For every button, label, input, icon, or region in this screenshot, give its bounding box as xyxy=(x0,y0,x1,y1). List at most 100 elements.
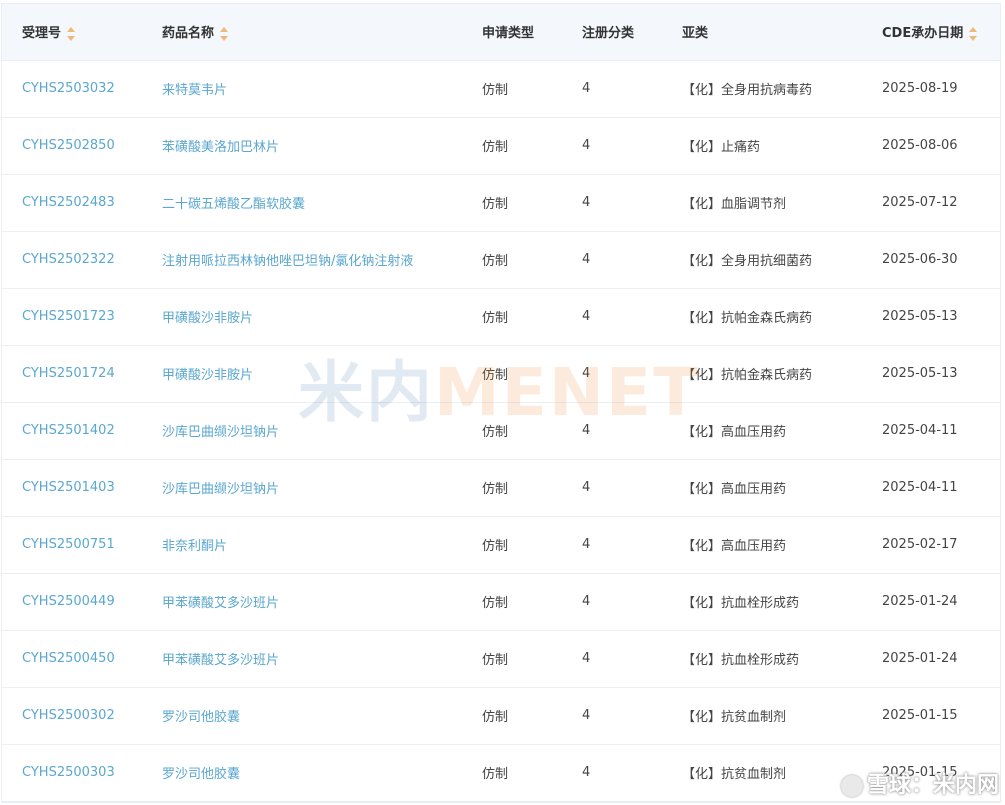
registration-category-cell: 4 xyxy=(562,573,662,631)
registration-category-cell: 4 xyxy=(562,516,662,574)
drug-name-link[interactable]: 罗沙司他胶囊 xyxy=(142,687,462,745)
drug-name-link[interactable]: 罗沙司他胶囊 xyxy=(142,744,462,802)
application-type-cell: 仿制 xyxy=(462,516,562,574)
application-type-cell: 仿制 xyxy=(462,174,562,232)
drug-name-link[interactable]: 沙库巴曲缬沙坦钠片 xyxy=(142,402,462,460)
table-row: CYHS2500303 罗沙司他胶囊 仿制 4 【化】抗贫血制剂 2025-01-15 xyxy=(2,744,1000,802)
registration-category-cell: 4 xyxy=(562,402,662,460)
application-type-cell: 仿制 xyxy=(462,288,562,346)
application-type-cell: 仿制 xyxy=(462,117,562,175)
table-row: CYHS2500302 罗沙司他胶囊 仿制 4 【化】抗贫血制剂 2025-01-15 xyxy=(2,687,1000,745)
acceptance-number-link[interactable]: CYHS2501402 xyxy=(2,402,142,460)
subclass-cell: 【化】抗血栓形成药 xyxy=(662,630,862,688)
registration-category-cell: 4 xyxy=(562,744,662,802)
table-row: CYHS2502483 二十碳五烯酸乙酯软胶囊 仿制 4 【化】血脂调节剂 2025-07… xyxy=(2,174,1000,232)
header-row: 受理号 药品名称 申请类型 注册分类 亚类 CDE承办日期 xyxy=(2,4,1000,61)
drug-name-link[interactable]: 非奈利酮片 xyxy=(142,516,462,574)
drug-name-link[interactable]: 来特莫韦片 xyxy=(142,60,462,118)
sort-icon[interactable] xyxy=(67,26,76,41)
table-row: CYHS2503032 来特莫韦片 仿制 4 【化】全身用抗病毒药 2025-08-19 xyxy=(2,60,1000,118)
column-header-subclass: 亚类 xyxy=(662,4,862,61)
table-body: CYHS2503032 来特莫韦片 仿制 4 【化】全身用抗病毒药 2025-08-19 C… xyxy=(2,60,1000,802)
subclass-cell: 【化】抗血栓形成药 xyxy=(662,573,862,631)
acceptance-number-link[interactable]: CYHS2503032 xyxy=(2,60,142,118)
table-row: CYHS2500751 非奈利酮片 仿制 4 【化】高血压用药 2025-02-17 xyxy=(2,516,1000,574)
cde-date-cell: 2025-02-17 xyxy=(862,516,1000,574)
table-row: CYHS2501403 沙库巴曲缬沙坦钠片 仿制 4 【化】高血压用药 2025-04-1… xyxy=(2,459,1000,517)
cde-date-cell: 2025-06-30 xyxy=(862,231,1000,289)
drug-name-link[interactable]: 沙库巴曲缬沙坦钠片 xyxy=(142,459,462,517)
application-type-cell: 仿制 xyxy=(462,345,562,403)
acceptance-number-link[interactable]: CYHS2501403 xyxy=(2,459,142,517)
registration-category-cell: 4 xyxy=(562,117,662,175)
acceptance-number-link[interactable]: CYHS2500450 xyxy=(2,630,142,688)
registration-category-cell: 4 xyxy=(562,174,662,232)
subclass-cell: 【化】抗贫血制剂 xyxy=(662,687,862,745)
subclass-cell: 【化】高血压用药 xyxy=(662,402,862,460)
cde-date-cell: 2025-05-13 xyxy=(862,288,1000,346)
column-header-cde-date[interactable]: CDE承办日期 xyxy=(862,4,1000,61)
sort-icon[interactable] xyxy=(969,26,978,41)
column-header-acceptance-number[interactable]: 受理号 xyxy=(2,4,142,61)
drug-name-link[interactable]: 甲磺酸沙非胺片 xyxy=(142,345,462,403)
cde-date-cell: 2025-01-15 xyxy=(862,687,1000,745)
cde-date-cell: 2025-05-13 xyxy=(862,345,1000,403)
application-type-cell: 仿制 xyxy=(462,630,562,688)
drug-name-link[interactable]: 注射用哌拉西林钠他唑巴坦钠/氯化钠注射液 xyxy=(142,231,462,289)
data-table-container: 受理号 药品名称 申请类型 注册分类 亚类 CDE承办日期 CYHS250303… xyxy=(1,3,1001,803)
application-type-cell: 仿制 xyxy=(462,687,562,745)
application-type-cell: 仿制 xyxy=(462,459,562,517)
subclass-cell: 【化】止痛药 xyxy=(662,117,862,175)
table-header: 受理号 药品名称 申请类型 注册分类 亚类 CDE承办日期 xyxy=(2,4,1000,61)
column-header-drug-name[interactable]: 药品名称 xyxy=(142,4,462,61)
drug-name-link[interactable]: 甲苯磺酸艾多沙班片 xyxy=(142,573,462,631)
subclass-cell: 【化】高血压用药 xyxy=(662,459,862,517)
acceptance-number-link[interactable]: CYHS2500303 xyxy=(2,744,142,802)
application-type-cell: 仿制 xyxy=(462,60,562,118)
sort-icon[interactable] xyxy=(220,26,229,41)
table-row: CYHS2502850 苯磺酸美洛加巴林片 仿制 4 【化】止痛药 2025-08-06 xyxy=(2,117,1000,175)
subclass-cell: 【化】抗帕金森氏病药 xyxy=(662,345,862,403)
acceptance-number-link[interactable]: CYHS2502322 xyxy=(2,231,142,289)
table-row: CYHS2501723 甲磺酸沙非胺片 仿制 4 【化】抗帕金森氏病药 2025-05-1… xyxy=(2,288,1000,346)
cde-date-cell: 2025-08-06 xyxy=(862,117,1000,175)
application-type-cell: 仿制 xyxy=(462,744,562,802)
subclass-cell: 【化】全身用抗细菌药 xyxy=(662,231,862,289)
column-header-application-type: 申请类型 xyxy=(462,4,562,61)
drug-name-link[interactable]: 甲苯磺酸艾多沙班片 xyxy=(142,630,462,688)
registration-category-cell: 4 xyxy=(562,345,662,403)
subclass-cell: 【化】血脂调节剂 xyxy=(662,174,862,232)
table-row: CYHS2501402 沙库巴曲缬沙坦钠片 仿制 4 【化】高血压用药 2025-04-1… xyxy=(2,402,1000,460)
drug-name-link[interactable]: 甲磺酸沙非胺片 xyxy=(142,288,462,346)
drug-name-link[interactable]: 苯磺酸美洛加巴林片 xyxy=(142,117,462,175)
registration-category-cell: 4 xyxy=(562,459,662,517)
acceptance-number-link[interactable]: CYHS2500751 xyxy=(2,516,142,574)
acceptance-number-link[interactable]: CYHS2500302 xyxy=(2,687,142,745)
table-row: CYHS2502322 注射用哌拉西林钠他唑巴坦钠/氯化钠注射液 仿制 4 【化】全身用… xyxy=(2,231,1000,289)
cde-date-cell: 2025-01-24 xyxy=(862,630,1000,688)
subclass-cell: 【化】全身用抗病毒药 xyxy=(662,60,862,118)
cde-date-cell: 2025-04-11 xyxy=(862,459,1000,517)
application-type-cell: 仿制 xyxy=(462,402,562,460)
cde-date-cell: 2025-04-11 xyxy=(862,402,1000,460)
acceptance-number-link[interactable]: CYHS2502850 xyxy=(2,117,142,175)
registration-category-cell: 4 xyxy=(562,288,662,346)
registration-category-cell: 4 xyxy=(562,687,662,745)
table-row: CYHS2500450 甲苯磺酸艾多沙班片 仿制 4 【化】抗血栓形成药 2025-01-… xyxy=(2,630,1000,688)
subclass-cell: 【化】抗贫血制剂 xyxy=(662,744,862,802)
acceptance-number-link[interactable]: CYHS2500449 xyxy=(2,573,142,631)
subclass-cell: 【化】抗帕金森氏病药 xyxy=(662,288,862,346)
registration-category-cell: 4 xyxy=(562,60,662,118)
cde-date-cell: 2025-01-24 xyxy=(862,573,1000,631)
acceptance-number-link[interactable]: CYHS2501724 xyxy=(2,345,142,403)
application-type-cell: 仿制 xyxy=(462,231,562,289)
cde-date-cell: 2025-01-15 xyxy=(862,744,1000,802)
column-header-registration-category: 注册分类 xyxy=(562,4,662,61)
registration-category-cell: 4 xyxy=(562,231,662,289)
drug-registration-table: 受理号 药品名称 申请类型 注册分类 亚类 CDE承办日期 CYHS250303… xyxy=(2,4,1000,802)
drug-name-link[interactable]: 二十碳五烯酸乙酯软胶囊 xyxy=(142,174,462,232)
registration-category-cell: 4 xyxy=(562,630,662,688)
acceptance-number-link[interactable]: CYHS2502483 xyxy=(2,174,142,232)
cde-date-cell: 2025-07-12 xyxy=(862,174,1000,232)
acceptance-number-link[interactable]: CYHS2501723 xyxy=(2,288,142,346)
